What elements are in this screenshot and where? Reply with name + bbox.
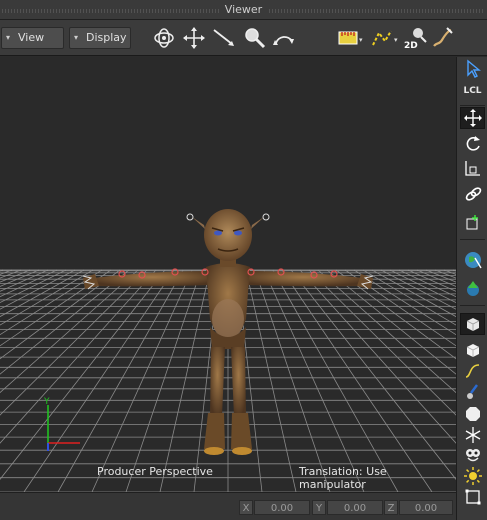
- dolly-icon[interactable]: [211, 25, 237, 51]
- grid-line: [0, 269, 139, 394]
- grid-line: [125, 269, 202, 492]
- grid-line: [0, 269, 148, 416]
- grid-line: [353, 269, 456, 336]
- curve-icon[interactable]: [460, 360, 485, 382]
- manipulator-status: Translation: Use manipulator: [299, 465, 387, 491]
- grid-line: [0, 269, 13, 275]
- display-menu-button[interactable]: ▾ Display: [69, 27, 131, 49]
- grid-line: [0, 269, 103, 336]
- grid-line: [0, 269, 121, 360]
- pencil-icon[interactable]: [429, 25, 455, 51]
- grid-line: [317, 269, 456, 394]
- grid-line: [0, 269, 31, 283]
- y-coordinate-field[interactable]: 0.00: [327, 500, 383, 515]
- grid-line: [425, 269, 456, 283]
- grid-line: [272, 269, 399, 492]
- x-axis-label: X: [239, 500, 253, 515]
- grid-line: [0, 269, 4, 272]
- grid-line: [308, 269, 456, 416]
- chevron-down-icon: ▾: [74, 33, 79, 42]
- grid-line: [0, 269, 130, 375]
- world-icon[interactable]: [460, 249, 485, 271]
- eyes-icon[interactable]: [460, 444, 485, 466]
- navigation-icon[interactable]: [460, 277, 485, 299]
- scale-icon[interactable]: [460, 157, 485, 179]
- orbit-icon[interactable]: [151, 25, 177, 51]
- chevron-down-icon: ▾: [6, 33, 11, 42]
- undo-view-icon[interactable]: [271, 25, 297, 51]
- grid-line: [416, 269, 456, 287]
- grid-line: [281, 269, 433, 492]
- rotate-icon[interactable]: [460, 133, 485, 155]
- pan-icon[interactable]: [181, 25, 207, 51]
- scene-canvas[interactable]: Y: [0, 57, 456, 492]
- camera-label: Producer Perspective: [97, 465, 213, 478]
- grid-line: [326, 269, 456, 375]
- brush-icon[interactable]: [460, 382, 485, 404]
- path-icon[interactable]: [369, 25, 395, 51]
- pivot-icon[interactable]: [460, 212, 485, 234]
- viewer-title-bar: Viewer: [0, 0, 487, 20]
- grid-line: [254, 269, 331, 492]
- grid-line: [23, 269, 175, 492]
- light-icon[interactable]: [460, 465, 485, 487]
- cube-icon[interactable]: [460, 339, 485, 361]
- asterisk-icon[interactable]: [460, 424, 485, 446]
- translate-icon[interactable]: [460, 107, 485, 129]
- view-menu-button[interactable]: ▾ View: [1, 27, 64, 49]
- viewer-toolbar: ▾ View ▾ Display ▾ ▾ 2D: [0, 20, 487, 56]
- window-title: Viewer: [218, 3, 269, 16]
- grid-line: [91, 269, 193, 492]
- grid-line: [398, 269, 456, 298]
- link-icon[interactable]: [460, 183, 485, 205]
- x-coordinate-field[interactable]: 0.00: [254, 500, 310, 515]
- select-icon[interactable]: [460, 58, 485, 80]
- grid-line: [159, 269, 211, 492]
- display-menu-label: Display: [86, 31, 127, 44]
- path-dropdown-caret[interactable]: ▾: [394, 36, 398, 44]
- grid-line: [443, 269, 456, 275]
- coordinate-bar: X 0.00 Y 0.00 Z 0.00: [0, 492, 456, 520]
- tools-sidebar: LCL: [456, 57, 487, 520]
- zoom-icon[interactable]: [241, 25, 267, 51]
- local-space-button[interactable]: LCL: [460, 80, 485, 102]
- y-axis-label: Y: [312, 500, 326, 515]
- grid-line: [335, 269, 456, 360]
- grid-line: [0, 269, 58, 298]
- grid-line: [0, 269, 40, 287]
- sphere-icon[interactable]: [460, 403, 485, 425]
- grid-line: [263, 269, 365, 492]
- axis-y-label: Y: [43, 397, 50, 407]
- lcl-label: LCL: [463, 86, 482, 96]
- grid-line: [245, 269, 297, 492]
- 2d-label: 2D: [404, 41, 418, 51]
- shaded-cube-icon[interactable]: [460, 313, 485, 335]
- frame-icon[interactable]: [460, 486, 485, 508]
- view-menu-label: View: [18, 31, 45, 44]
- z-axis-label: Z: [384, 500, 398, 515]
- 2d-zoom-icon[interactable]: 2D: [403, 25, 429, 51]
- ruler-dropdown-caret[interactable]: ▾: [359, 36, 363, 44]
- z-coordinate-field[interactable]: 0.00: [399, 500, 453, 515]
- grid-line: [57, 269, 184, 492]
- 3d-viewport[interactable]: Y Producer Perspective Translation: Use …: [0, 57, 456, 492]
